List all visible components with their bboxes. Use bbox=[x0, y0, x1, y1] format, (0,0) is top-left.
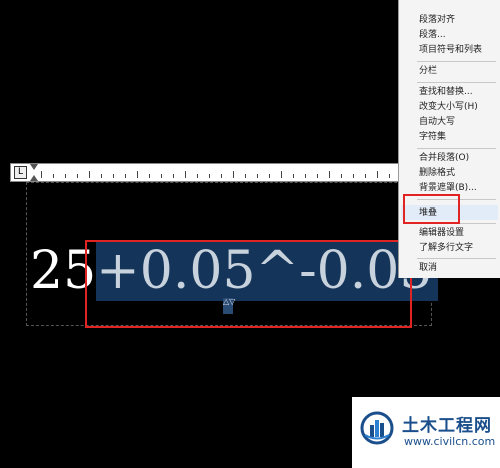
indent-marker-icon[interactable] bbox=[30, 164, 38, 181]
ruler-tick bbox=[161, 174, 162, 178]
ruler-tick bbox=[101, 174, 102, 178]
ruler-tick bbox=[221, 174, 222, 178]
menu-item-autocaps[interactable]: 自动大写 bbox=[419, 115, 455, 129]
ruler-tick bbox=[173, 174, 174, 178]
ruler-tick bbox=[353, 174, 354, 178]
ruler-tick bbox=[89, 171, 90, 178]
menu-item-paragraph[interactable]: 段落... bbox=[419, 28, 446, 42]
highlight-box-selection bbox=[85, 240, 412, 328]
ruler-tick bbox=[233, 171, 234, 178]
ruler-tick bbox=[209, 174, 210, 178]
menu-item-remove-formatting[interactable]: 删除格式 bbox=[419, 166, 455, 180]
ruler-tick bbox=[281, 171, 282, 178]
ruler-tick bbox=[305, 174, 306, 178]
tab-stop-button[interactable]: L bbox=[14, 166, 27, 179]
menu-item-cancel[interactable]: 取消 bbox=[419, 261, 437, 275]
ruler-tick bbox=[137, 171, 138, 178]
ruler-tick bbox=[389, 174, 390, 178]
watermark-url: www.civilcn.com bbox=[404, 435, 496, 448]
ruler-tick bbox=[197, 174, 198, 178]
context-menu: 段落对齐 段落... 项目符号和列表 分栏 查找和替换... 改变大小写(H) … bbox=[398, 0, 500, 278]
ruler-tick bbox=[377, 171, 378, 178]
menu-item-background-mask[interactable]: 背景遮罩(B)... bbox=[419, 181, 477, 195]
watermark: 土木工程网 www.civilcn.com bbox=[352, 397, 500, 468]
menu-item-columns[interactable]: 分栏 bbox=[419, 64, 437, 78]
menu-item-charset[interactable]: 字符集 bbox=[419, 130, 446, 144]
ruler-tick bbox=[245, 174, 246, 178]
menu-item-find-replace[interactable]: 查找和替换... bbox=[419, 85, 473, 99]
ruler-tick bbox=[41, 171, 42, 178]
menu-separator bbox=[417, 148, 496, 149]
ruler-tick bbox=[329, 171, 330, 178]
ruler-tick bbox=[77, 174, 78, 178]
menu-separator bbox=[417, 61, 496, 62]
menu-separator bbox=[417, 258, 496, 259]
menu-separator bbox=[417, 82, 496, 83]
civilcn-logo-icon bbox=[360, 411, 394, 445]
menu-item-paragraph-align[interactable]: 段落对齐 bbox=[419, 13, 455, 27]
ruler-tick bbox=[65, 174, 66, 178]
menu-item-bullets[interactable]: 项目符号和列表 bbox=[419, 43, 482, 57]
ruler-tick bbox=[269, 174, 270, 178]
ruler-tick bbox=[113, 174, 114, 178]
menu-item-change-case[interactable]: 改变大小写(H) bbox=[419, 100, 478, 114]
ruler-scale bbox=[41, 164, 409, 181]
ruler[interactable]: L bbox=[10, 163, 410, 182]
ruler-tick bbox=[317, 174, 318, 178]
ruler-tick bbox=[149, 174, 150, 178]
ruler-tick bbox=[293, 174, 294, 178]
ruler-tick bbox=[257, 174, 258, 178]
highlight-box-stack bbox=[403, 194, 460, 224]
menu-item-combine-paragraphs[interactable]: 合并段落(O) bbox=[419, 151, 469, 165]
ruler-tick bbox=[125, 174, 126, 178]
ruler-tick bbox=[341, 174, 342, 178]
ruler-tick bbox=[53, 174, 54, 178]
menu-item-learn-mtext[interactable]: 了解多行文字 bbox=[419, 241, 473, 255]
ruler-tick bbox=[185, 171, 186, 178]
ruler-tick bbox=[365, 174, 366, 178]
watermark-title: 土木工程网 bbox=[402, 416, 492, 436]
menu-item-editor-settings[interactable]: 编辑器设置 bbox=[419, 226, 464, 240]
